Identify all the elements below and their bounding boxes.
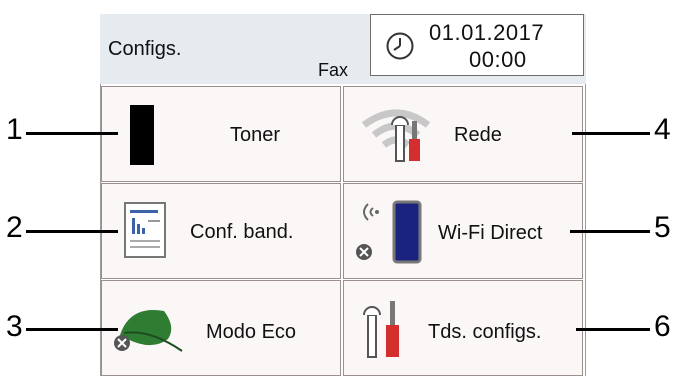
toner-icon (130, 105, 154, 165)
fax-mode-label: Fax (318, 60, 349, 80)
all-settings-button[interactable]: Tds. configs. (343, 280, 583, 376)
wifi-settings-icon (361, 109, 431, 162)
eco-mode-label: Modo Eco (206, 321, 297, 343)
wifi-direct-label: Wi-Fi Direct (438, 222, 543, 244)
callout-5: 5 (654, 211, 671, 244)
status-header: Configs. Fax 01.01.2017 00:00 (100, 14, 586, 84)
eco-leaf-icon (114, 310, 183, 352)
wifi-direct-icon (356, 200, 422, 264)
callout-line-2 (26, 230, 118, 233)
toner-label: Toner (230, 124, 281, 146)
time-display: 00:00 (469, 47, 527, 72)
callout-1: 1 (6, 113, 23, 146)
tray-settings-icon (124, 202, 166, 258)
toner-button[interactable]: Toner (101, 86, 341, 182)
wifi-direct-button[interactable]: Wi-Fi Direct (343, 183, 583, 279)
callout-line-1 (26, 132, 118, 135)
callout-line-5 (570, 230, 650, 233)
callout-2: 2 (6, 211, 23, 244)
eco-mode-button[interactable]: Modo Eco (101, 280, 341, 376)
callout-4: 4 (654, 113, 671, 146)
network-label: Rede (454, 124, 502, 146)
callout-line-6 (576, 328, 650, 331)
callout-6: 6 (654, 310, 671, 343)
tray-settings-button[interactable]: Conf. band. (101, 183, 341, 279)
date-display: 01.01.2017 (429, 20, 545, 45)
date-time-button[interactable]: 01.01.2017 00:00 (370, 14, 584, 76)
callout-line-3 (26, 328, 118, 331)
all-settings-icon (363, 301, 399, 358)
callout-line-4 (572, 132, 650, 135)
network-button[interactable]: Rede (343, 86, 583, 182)
callout-3: 3 (6, 310, 23, 343)
screen-title: Configs. (108, 38, 182, 60)
clock-icon (386, 32, 414, 60)
tray-settings-label: Conf. band. (190, 221, 294, 243)
all-settings-label: Tds. configs. (428, 321, 542, 343)
